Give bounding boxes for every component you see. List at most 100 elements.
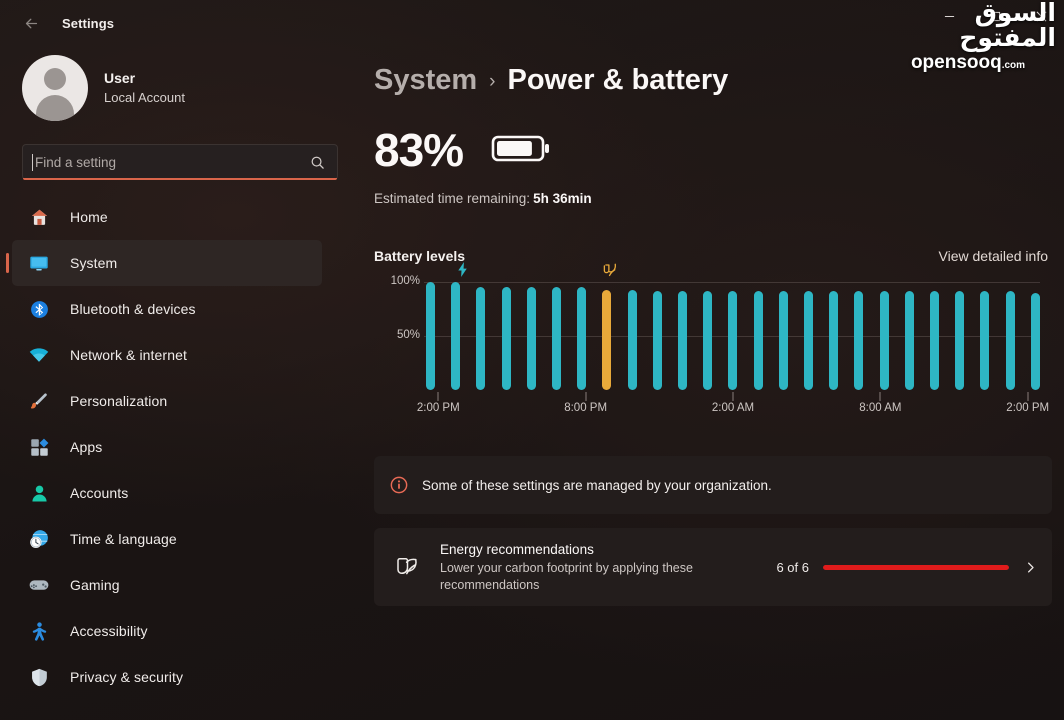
x-axis-labels: 2:00 PM 8:00 PM 2:00 AM 8:00 AM 2:00 PM <box>417 402 1049 420</box>
x-axis-tick-label: 2:00 AM <box>711 402 755 414</box>
sidebar-item-label: Bluetooth & devices <box>70 301 196 317</box>
sidebar-item-network-internet[interactable]: Network & internet <box>12 332 322 378</box>
chart-bar <box>652 290 662 390</box>
chart-bar <box>955 290 965 390</box>
system-monitor-icon <box>28 252 50 274</box>
chart-bar <box>980 290 990 390</box>
window-controls <box>926 0 1064 33</box>
sidebar-item-label: System <box>70 255 118 271</box>
chart-bar <box>451 282 461 390</box>
user-avatar-icon <box>22 55 88 121</box>
energy-recommendations-card[interactable]: Energy recommendations Lower your carbon… <box>374 528 1052 606</box>
search-icon[interactable] <box>310 155 325 170</box>
sidebar-item-label: Time & language <box>70 531 177 547</box>
search-box[interactable] <box>22 144 338 180</box>
organization-banner: Some of these settings are managed by yo… <box>374 456 1052 514</box>
x-axis-tick-label: 2:00 PM <box>416 402 460 414</box>
x-axis-tick-label: 8:00 AM <box>859 402 902 414</box>
sidebar-item-privacy-security[interactable]: Privacy & security <box>12 654 322 700</box>
breadcrumb: System › Power & battery <box>374 64 1064 97</box>
wifi-icon <box>28 344 50 366</box>
chart-bar <box>526 287 536 390</box>
sidebar-item-accessibility[interactable]: Accessibility <box>12 608 322 654</box>
battery-status-row: 83% <box>374 127 1064 173</box>
sidebar-item-label: Accounts <box>70 485 129 501</box>
back-arrow-icon[interactable] <box>14 8 48 38</box>
chart-bar <box>854 290 864 390</box>
chart-bars <box>426 282 1040 390</box>
x-axis-tick-label: 2:00 PM <box>1006 402 1050 414</box>
charging-bolt-icon <box>456 262 469 282</box>
sidebar-item-label: Network & internet <box>70 347 187 363</box>
sidebar: User Local Account Home System Bluetooth &… <box>0 46 358 720</box>
chart-bar <box>778 290 788 390</box>
battery-icon <box>491 129 553 172</box>
sidebar-item-bluetooth-devices[interactable]: Bluetooth & devices <box>12 286 322 332</box>
x-axis-tick <box>732 392 734 401</box>
accessibility-person-icon <box>28 620 50 642</box>
estimated-time-remaining: Estimated time remaining: 5h 36min <box>374 191 1064 206</box>
chart-bar <box>904 290 914 390</box>
x-axis-tick <box>1027 392 1029 401</box>
breadcrumb-separator-icon: › <box>489 71 496 92</box>
chart-bar <box>703 290 713 390</box>
estimate-value: 5h 36min <box>533 191 592 206</box>
maximize-button[interactable] <box>972 0 1018 33</box>
energy-card-title: Energy recommendations <box>440 541 594 557</box>
breadcrumb-parent[interactable]: System <box>374 64 477 97</box>
info-icon <box>390 476 408 494</box>
energy-card-count: 6 of 6 <box>776 559 809 575</box>
chart-bar <box>753 290 763 390</box>
estimate-label: Estimated time remaining: <box>374 191 531 206</box>
sidebar-item-system[interactable]: System <box>6 240 322 286</box>
y-axis-label-50: 50% <box>396 329 420 341</box>
x-axis-ticks <box>426 392 1040 402</box>
sidebar-item-label: Home <box>70 209 108 225</box>
energy-card-progress-group: 6 of 6 <box>776 560 1038 575</box>
organization-banner-text: Some of these settings are managed by yo… <box>422 477 772 493</box>
sidebar-item-label: Personalization <box>70 393 168 409</box>
energy-card-subtitle: Lower your carbon footprint by applying … <box>440 560 693 592</box>
sidebar-item-time-language[interactable]: Time & language <box>12 516 322 562</box>
battery-levels-chart: 100% 50% 2:00 PM 8:00 PM 2:00 AM 8:00 AM 2:0… <box>374 262 1049 430</box>
chart-bar <box>476 287 486 390</box>
chart-bar <box>1030 292 1040 390</box>
account-text: User Local Account <box>104 68 185 107</box>
chart-bar <box>577 287 587 390</box>
main-content: System › Power & battery 83% Estimated t… <box>358 46 1064 720</box>
chart-bar <box>930 290 940 390</box>
chart-bar <box>501 287 511 390</box>
clock-globe-icon <box>28 528 50 550</box>
sidebar-item-label: Gaming <box>70 577 120 593</box>
sidebar-item-accounts[interactable]: Accounts <box>12 470 322 516</box>
close-button[interactable] <box>1018 0 1064 33</box>
sidebar-item-gaming[interactable]: Gaming <box>12 562 322 608</box>
sidebar-item-apps[interactable]: Apps <box>12 424 322 470</box>
page-title: Power & battery <box>507 64 729 96</box>
energy-saver-leaf-icon <box>603 262 617 282</box>
home-icon <box>28 206 50 228</box>
chart-bar <box>552 287 562 390</box>
search-input[interactable] <box>33 154 310 170</box>
sidebar-item-label: Apps <box>70 439 103 455</box>
chart-bar <box>829 290 839 390</box>
chevron-right-icon[interactable] <box>1023 560 1038 575</box>
title-bar: Settings <box>0 0 1064 46</box>
sidebar-item-personalization[interactable]: Personalization <box>12 378 322 424</box>
chart-bar <box>728 290 738 390</box>
minimize-button[interactable] <box>926 0 972 33</box>
chart-bar <box>804 290 814 390</box>
chart-bar <box>879 290 889 390</box>
window-title: Settings <box>62 15 115 31</box>
x-axis-tick-label: 8:00 PM <box>564 402 608 414</box>
sidebar-item-home[interactable]: Home <box>12 194 322 240</box>
sidebar-nav: Home System Bluetooth & devices Network & i… <box>0 194 340 700</box>
energy-card-progress-bar <box>823 564 1009 570</box>
chart-bar <box>627 289 637 390</box>
shield-icon <box>28 666 50 688</box>
battery-percent: 83% <box>374 124 464 176</box>
paintbrush-icon <box>28 390 50 412</box>
sidebar-item-label: Privacy & security <box>70 669 184 685</box>
account-section[interactable]: User Local Account <box>0 46 340 130</box>
energy-card-body: Energy recommendations Lower your carbon… <box>440 540 776 594</box>
